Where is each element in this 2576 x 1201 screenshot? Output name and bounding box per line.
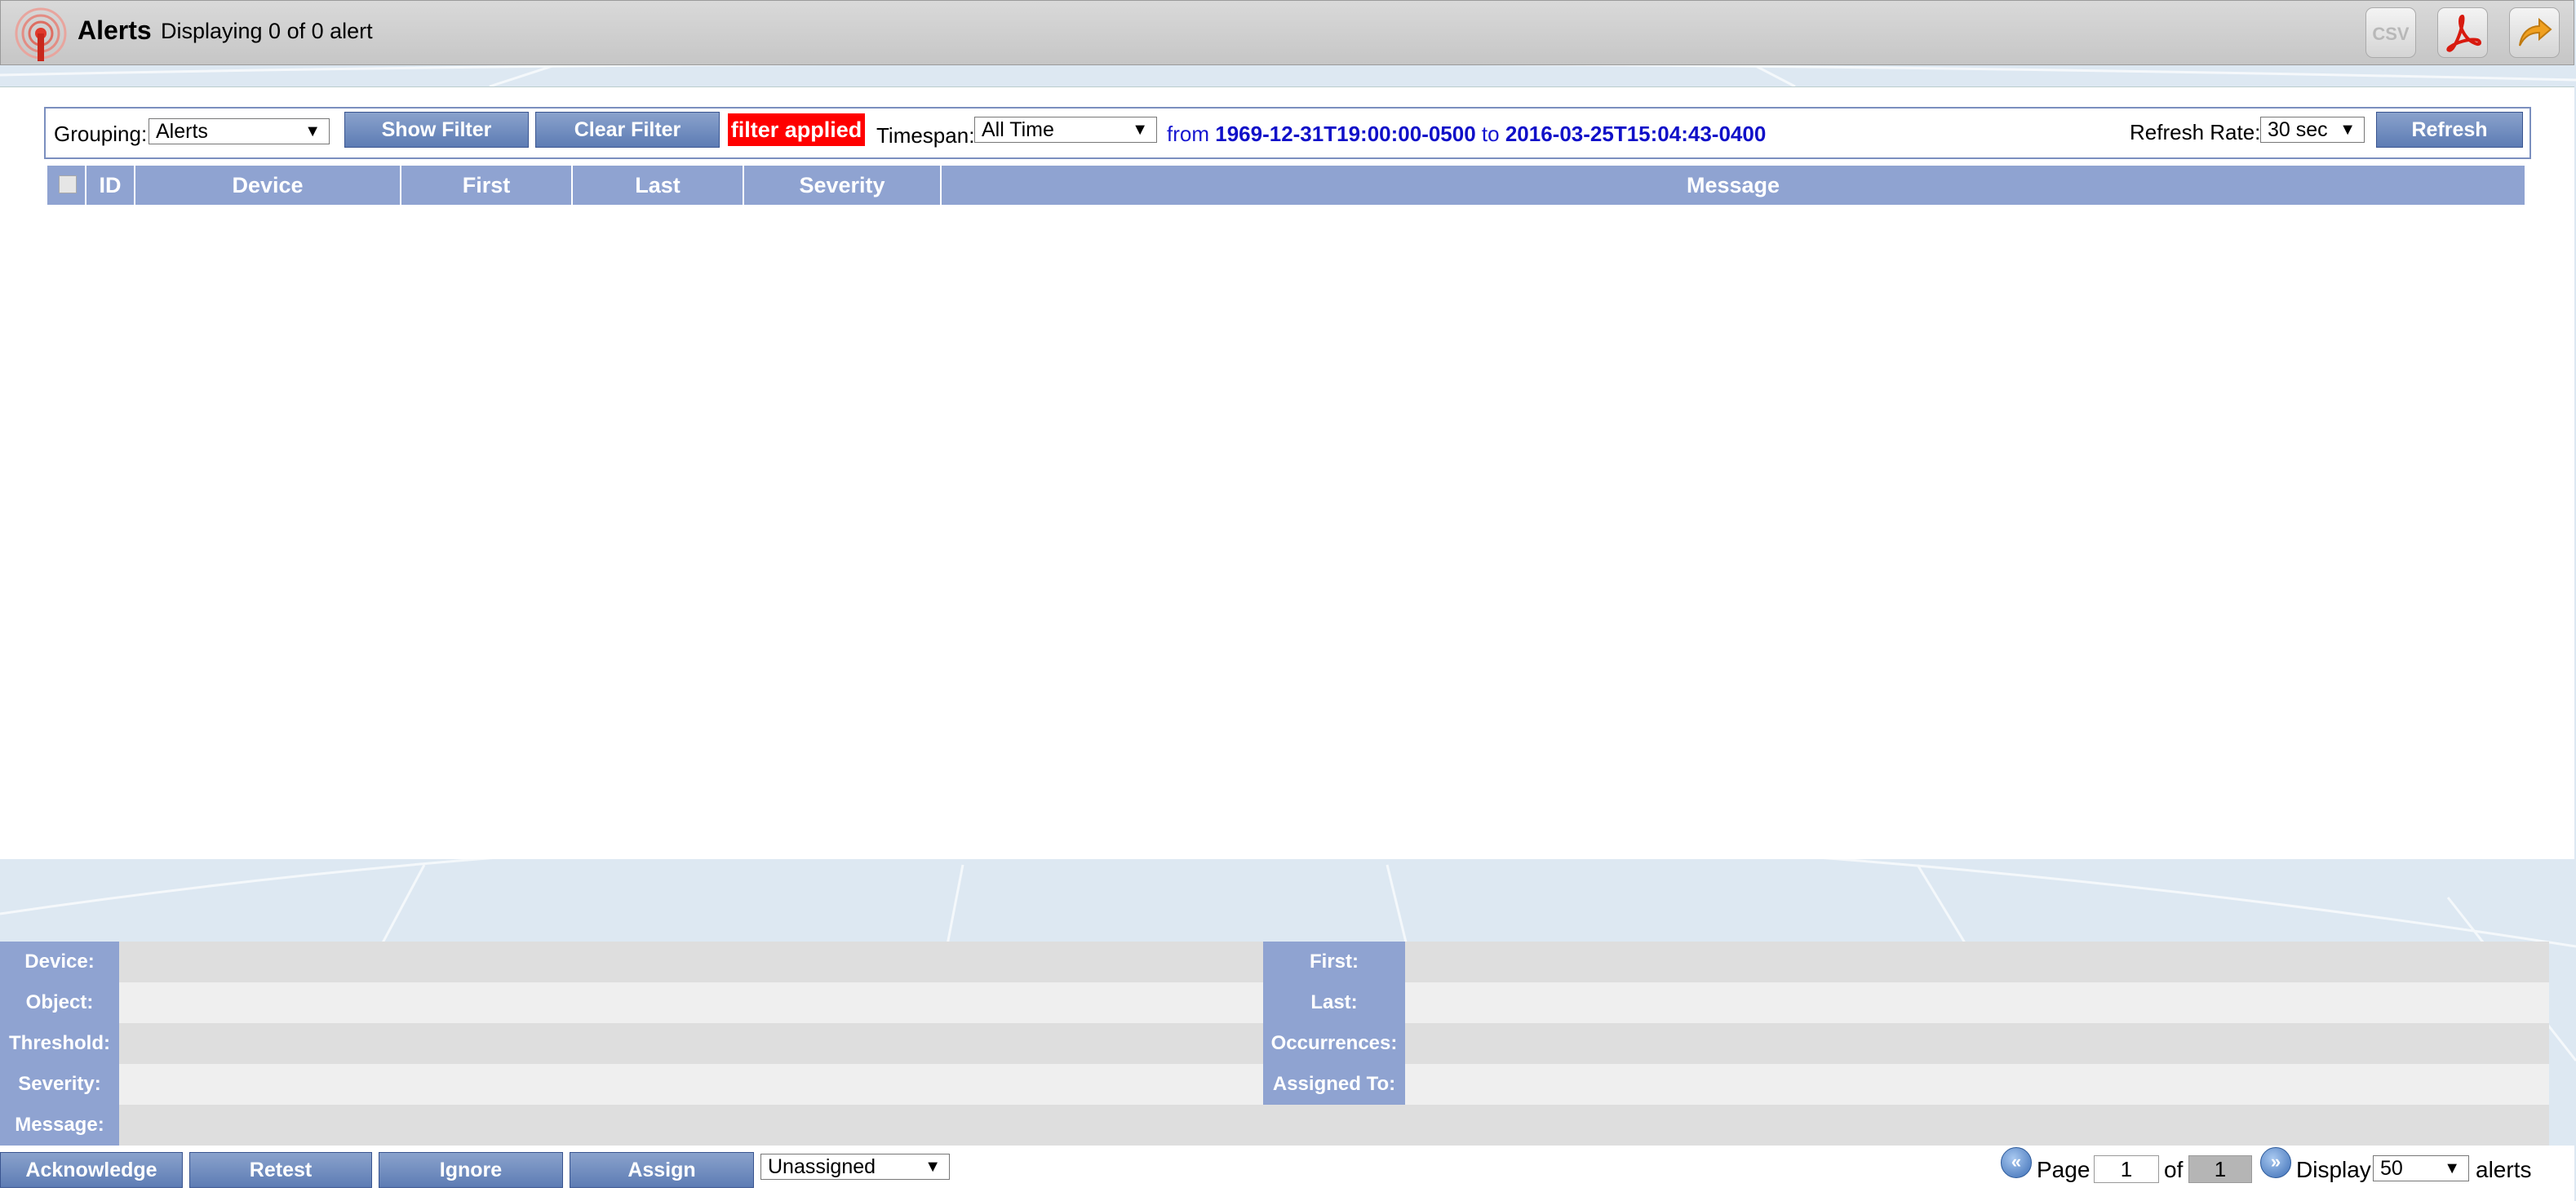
alerts-label: alerts [2476, 1157, 2532, 1182]
threshold-label: Threshold: [0, 1023, 119, 1064]
refresh-button[interactable]: Refresh [2376, 112, 2523, 148]
chevron-down-icon: ▼ [924, 1158, 941, 1176]
details-row: Threshold: Occurrences: [0, 1023, 2549, 1064]
share-arrow-icon [2519, 17, 2552, 47]
pagination: « Page 1 of 1 » Display 50 ▼ alerts [1996, 1146, 2551, 1201]
column-first[interactable]: First [401, 166, 573, 205]
timespan-select-value: All Time [982, 118, 1054, 141]
filter-toolbar: Grouping: Alerts ▼ Show Filter Clear Fil… [44, 107, 2531, 159]
assign-button[interactable]: Assign [570, 1152, 754, 1188]
page-title: Alerts [78, 16, 152, 45]
message-label: Message: [0, 1105, 119, 1146]
first-label: First: [1263, 942, 1405, 982]
assignee-select[interactable]: Unassigned ▼ [760, 1154, 950, 1180]
from-label: from [1167, 122, 1209, 146]
alerts-table-header: ID Device First Last Severity Message [47, 166, 2525, 205]
chevron-down-icon: ▼ [2339, 121, 2356, 139]
device-label: Device: [0, 942, 119, 982]
message-value [119, 1105, 2549, 1146]
chevron-down-icon: ▼ [304, 122, 321, 140]
object-value [119, 982, 1263, 1023]
assigned-to-label: Assigned To: [1263, 1064, 1405, 1105]
to-date: 2016-03-25T15:04:43-0400 [1505, 122, 1767, 146]
acknowledge-button[interactable]: Acknowledge [0, 1152, 183, 1188]
share-button[interactable] [2509, 7, 2560, 58]
page-size-value: 50 [2380, 1157, 2403, 1180]
column-device[interactable]: Device [135, 166, 401, 205]
select-all-column [47, 166, 86, 205]
clear-filter-button[interactable]: Clear Filter [535, 112, 720, 148]
next-page-icon[interactable]: » [2260, 1147, 2291, 1178]
grouping-select-value: Alerts [156, 120, 208, 143]
to-label: to [1481, 122, 1500, 146]
total-pages: 1 [2188, 1155, 2252, 1183]
alert-count-text: Displaying 0 of 0 alert [161, 19, 373, 43]
chevron-down-icon: ▼ [2444, 1159, 2460, 1177]
from-date: 1969-12-31T19:00:00-0500 [1215, 122, 1476, 146]
csv-export-button[interactable]: CSV [2365, 7, 2416, 58]
occurrences-label: Occurrences: [1263, 1023, 1405, 1064]
refresh-rate-label: Refresh Rate: [2130, 120, 2261, 144]
display-label: Display [2296, 1157, 2371, 1182]
last-label: Last: [1263, 982, 1405, 1023]
details-row: Severity: Assigned To: [0, 1064, 2549, 1105]
assigned-to-value [1405, 1064, 2549, 1105]
action-bar: Acknowledge Retest Ignore Assign Unassig… [0, 1146, 2574, 1201]
column-last[interactable]: Last [573, 166, 744, 205]
severity-value [119, 1064, 1263, 1105]
pdf-export-button[interactable] [2437, 7, 2488, 58]
refresh-rate-select[interactable]: 30 sec ▼ [2260, 117, 2365, 143]
of-label: of [2164, 1157, 2184, 1182]
last-value [1405, 982, 2549, 1023]
timespan-label: Timespan: [876, 123, 975, 148]
alert-details-panel: Device: First: Object: Last: Threshold: … [0, 942, 2549, 1146]
chevron-down-icon: ▼ [1132, 121, 1148, 139]
filter-applied-badge: filter applied [728, 113, 865, 146]
column-severity[interactable]: Severity [744, 166, 942, 205]
show-filter-button[interactable]: Show Filter [344, 112, 529, 148]
page-size-select[interactable]: 50 ▼ [2373, 1155, 2469, 1181]
csv-icon: CSV [2372, 24, 2410, 44]
severity-label: Severity: [0, 1064, 119, 1105]
grouping-label: Grouping: [54, 122, 148, 146]
first-value [1405, 942, 2549, 982]
ignore-button[interactable]: Ignore [379, 1152, 563, 1188]
occurrences-value [1405, 1023, 2549, 1064]
threshold-value [119, 1023, 1263, 1064]
details-row: Object: Last: [0, 982, 2549, 1023]
grouping-select[interactable]: Alerts ▼ [149, 118, 330, 144]
timespan-range: from 1969-12-31T19:00:00-0500 to 2016-03… [1167, 122, 1766, 147]
details-row: Device: First: [0, 942, 2549, 982]
page-label: Page [2037, 1157, 2091, 1182]
timespan-select[interactable]: All Time ▼ [974, 117, 1157, 143]
refresh-rate-value: 30 sec [2268, 118, 2328, 141]
pdf-icon [2446, 15, 2481, 52]
select-all-checkbox[interactable] [59, 175, 77, 193]
column-id[interactable]: ID [86, 166, 135, 205]
column-message[interactable]: Message [942, 166, 2525, 205]
alerts-panel: Grouping: Alerts ▼ Show Filter Clear Fil… [0, 86, 2574, 859]
previous-page-icon[interactable]: « [2001, 1147, 2032, 1178]
page-number-input[interactable]: 1 [2094, 1155, 2159, 1183]
retest-button[interactable]: Retest [189, 1152, 372, 1188]
app-header: Alerts Displaying 0 of 0 alert CSV [0, 0, 2574, 65]
assignee-select-value: Unassigned [768, 1155, 876, 1178]
alert-radar-icon [15, 7, 67, 61]
details-row: Message: [0, 1105, 2549, 1146]
device-value [119, 942, 1263, 982]
svg-text:CSV: CSV [2372, 24, 2410, 44]
object-label: Object: [0, 982, 119, 1023]
